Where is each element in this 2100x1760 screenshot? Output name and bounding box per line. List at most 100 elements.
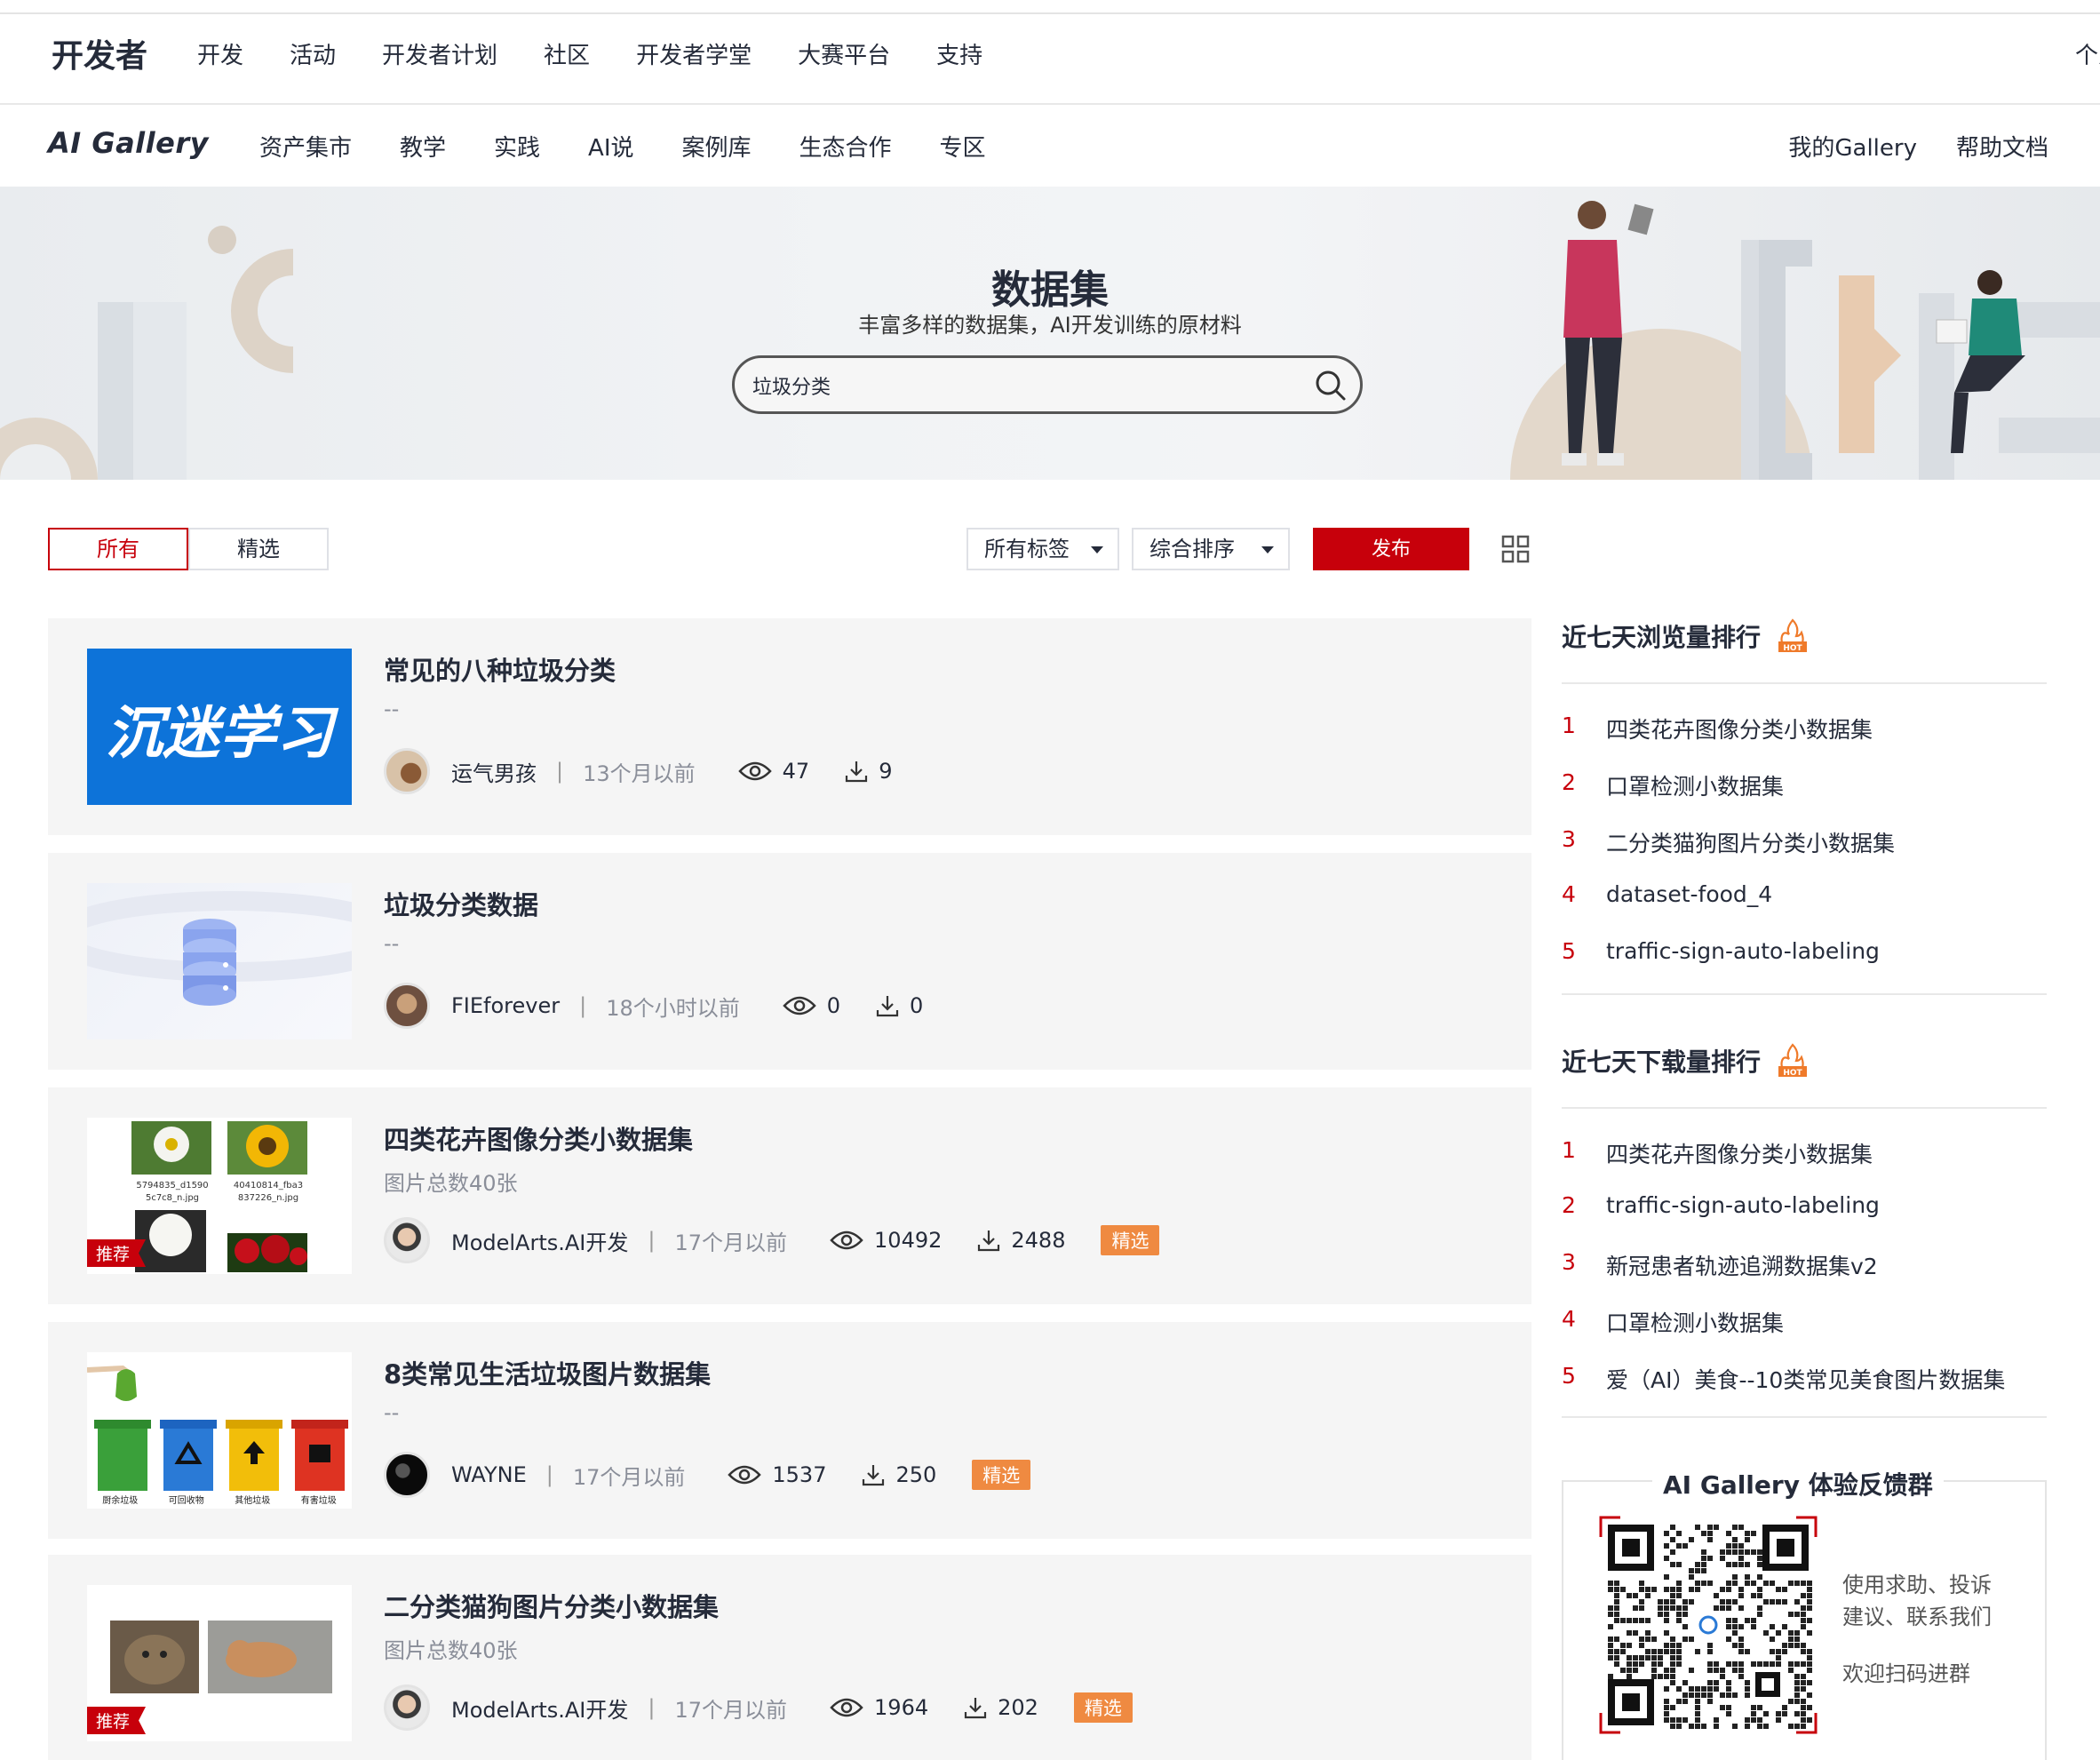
dataset-description: -- <box>384 1400 400 1425</box>
publish-button[interactable]: 发布 <box>1313 528 1469 570</box>
ranking-item[interactable]: 5 traffic-sign-auto-labeling <box>1562 938 1880 964</box>
chevron-down-icon <box>1261 546 1274 553</box>
nav-item-activity[interactable]: 活动 <box>290 37 336 70</box>
nav-item-academy[interactable]: 开发者学堂 <box>636 37 752 70</box>
view-count-value: 1537 <box>772 1462 827 1487</box>
update-time: 17个月以前 <box>674 1697 788 1723</box>
ranking-item[interactable]: 1 四类花卉图像分类小数据集 <box>1562 1137 1873 1169</box>
sort-select[interactable]: 综合排序 <box>1132 528 1290 570</box>
tab-all[interactable]: 所有 <box>48 528 188 570</box>
ranking-item[interactable]: 3 新冠患者轨迹追溯数据集v2 <box>1562 1249 1878 1281</box>
grid-view-icon[interactable] <box>1501 535 1530 563</box>
feedback-text: 欢迎扫码进群 <box>1842 1661 1970 1686</box>
image-caption: 5794835_d1590 5c7c8_n.jpg <box>136 1181 209 1203</box>
dataset-thumbnail[interactable]: 推荐 <box>87 1585 352 1741</box>
dataset-card[interactable]: 推荐 二分类猫狗图片分类小数据集 图片总数40张 ModelArts.AI开发 … <box>48 1555 1531 1760</box>
ranking-item-title: 四类花卉图像分类小数据集 <box>1606 717 1873 743</box>
dataset-thumbnail[interactable]: 5794835_d1590 5c7c8_n.jpg 40410814_fba3 … <box>87 1118 352 1274</box>
ranking-item[interactable]: 3 二分类猫狗图片分类小数据集 <box>1562 826 1895 858</box>
avatar[interactable] <box>384 983 430 1029</box>
eye-icon <box>830 1230 863 1250</box>
downloads-ranking-heading: 近七天下载量排行 <box>1562 1047 1762 1077</box>
subnav-item-ai-talk[interactable]: AI说 <box>588 130 633 163</box>
dataset-thumbnail[interactable] <box>87 883 352 1039</box>
tab-featured[interactable]: 精选 <box>188 528 329 570</box>
dataset-title[interactable]: 8类常见生活垃圾图片数据集 <box>384 1354 711 1391</box>
dataset-title[interactable]: 二分类猫狗图片分类小数据集 <box>384 1587 719 1624</box>
dataset-card[interactable]: 垃圾分类数据 -- FIEforever | 18个小时以前 0 0 <box>48 853 1531 1070</box>
dataset-meta: 运气男孩 | 13个月以前 47 9 <box>384 746 927 796</box>
search-icon[interactable] <box>1314 369 1348 402</box>
ranking-item[interactable]: 1 四类花卉图像分类小数据集 <box>1562 713 1873 745</box>
update-time: 17个月以前 <box>572 1464 686 1490</box>
tag-select[interactable]: 所有标签 <box>966 528 1119 570</box>
eye-icon <box>737 761 772 781</box>
subnav-item-ecosystem[interactable]: 生态合作 <box>799 130 892 163</box>
subnav-item-practice[interactable]: 实践 <box>494 130 540 163</box>
ranking-item[interactable]: 2 traffic-sign-auto-labeling <box>1562 1192 1880 1218</box>
nav-item-community[interactable]: 社区 <box>544 37 590 70</box>
download-count: 9 <box>845 759 892 784</box>
nav-item-contest[interactable]: 大赛平台 <box>798 37 890 70</box>
tag-select-value: 所有标签 <box>984 537 1070 561</box>
views-ranking-heading: 近七天浏览量排行 <box>1562 623 1762 652</box>
subnav-item-teaching[interactable]: 教学 <box>400 130 446 163</box>
search-input[interactable] <box>752 370 1285 401</box>
author-name[interactable]: ModelArts.AI开发 <box>451 1225 628 1256</box>
nav-item-develop[interactable]: 开发 <box>197 37 243 70</box>
ranking-item[interactable]: 4 dataset-food_4 <box>1562 881 1772 907</box>
bin-label: 有害垃圾 <box>300 1496 337 1506</box>
download-icon <box>846 761 868 783</box>
ai-gallery-logo[interactable]: AI Gallery <box>48 126 209 160</box>
dataset-title[interactable]: 常见的八种垃圾分类 <box>384 650 616 688</box>
dataset-title[interactable]: 四类花卉图像分类小数据集 <box>384 1119 693 1157</box>
view-count-value: 1964 <box>874 1695 929 1720</box>
filter-tabs: 所有 精选 <box>48 528 329 570</box>
download-icon <box>876 996 899 1017</box>
download-icon <box>978 1230 1000 1252</box>
dataset-card[interactable]: 5794835_d1590 5c7c8_n.jpg 40410814_fba3 … <box>48 1087 1531 1304</box>
author-name[interactable]: WAYNE <box>451 1462 527 1487</box>
subnav-item-market[interactable]: 资产集市 <box>259 130 352 163</box>
eye-icon <box>783 996 816 1015</box>
ranking-item-title: 口罩检测小数据集 <box>1606 1310 1785 1336</box>
avatar[interactable] <box>384 1452 430 1498</box>
ranking-item-title: dataset-food_4 <box>1606 881 1773 907</box>
dataset-meta: FIEforever | 18个小时以前 0 0 <box>384 981 959 1031</box>
author-name[interactable]: FIEforever <box>451 993 560 1018</box>
gallery-nav-menu: 资产集市 教学 实践 AI说 案例库 生态合作 专区 <box>259 130 1034 163</box>
avatar[interactable] <box>384 1217 430 1263</box>
hero-banner: 数据集 丰富多样的数据集，AI开发训练的原材料 <box>0 187 2100 480</box>
ranking-item[interactable]: 5 爱（AI）美食--10类常见美食图片数据集 <box>1562 1363 2005 1395</box>
ranking-item[interactable]: 4 口罩检测小数据集 <box>1562 1306 1784 1338</box>
avatar[interactable] <box>384 1684 430 1731</box>
avatar[interactable] <box>384 748 430 794</box>
hot-flame-icon: HOT <box>1778 1043 1808 1078</box>
subnav-item-cases[interactable]: 案例库 <box>682 130 752 163</box>
download-count: 250 <box>862 1462 936 1487</box>
developer-brand[interactable]: 开发者 <box>52 30 147 76</box>
subnav-item-zone[interactable]: 专区 <box>940 130 986 163</box>
bin-label: 可回收物 <box>168 1496 204 1506</box>
author-name[interactable]: 运气男孩 <box>451 756 537 787</box>
nav-item-program[interactable]: 开发者计划 <box>382 37 497 70</box>
dataset-thumbnail[interactable]: 厨余垃圾 可回收物 其他垃圾 有害垃圾 <box>87 1352 352 1509</box>
ranking-item-title: 爱（AI）美食--10类常见美食图片数据集 <box>1606 1367 2006 1393</box>
nav-item-support[interactable]: 支持 <box>936 37 982 70</box>
author-name[interactable]: ModelArts.AI开发 <box>451 1692 628 1724</box>
help-docs-link[interactable]: 帮助文档 <box>1956 130 2048 163</box>
dataset-description: -- <box>384 697 400 721</box>
download-count: 202 <box>964 1695 1038 1720</box>
dataset-description: 图片总数40张 <box>384 1171 518 1196</box>
dataset-thumbnail[interactable]: 沉迷学习 <box>87 649 352 805</box>
view-count-value: 0 <box>826 993 841 1018</box>
dataset-card[interactable]: 沉迷学习 常见的八种垃圾分类 -- 运气男孩 | 13个月以前 47 9 <box>48 618 1531 835</box>
featured-badge: 精选 <box>1101 1225 1160 1255</box>
download-count-value: 9 <box>879 759 893 784</box>
top-nav-menu: 开发 活动 开发者计划 社区 开发者学堂 大赛平台 支持 <box>197 37 1029 70</box>
user-menu-link[interactable]: 个人 <box>2075 37 2100 70</box>
dataset-card[interactable]: 厨余垃圾 可回收物 其他垃圾 有害垃圾 8类常见生活垃圾图片数据集 -- WAY… <box>48 1322 1531 1539</box>
dataset-title[interactable]: 垃圾分类数据 <box>384 885 538 922</box>
ranking-item[interactable]: 2 口罩检测小数据集 <box>1562 769 1784 801</box>
my-gallery-link[interactable]: 我的Gallery <box>1788 130 1917 163</box>
